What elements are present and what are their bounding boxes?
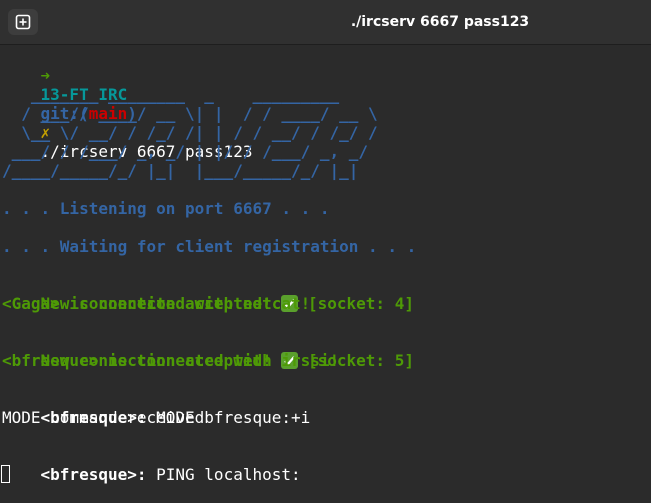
plus-square-icon <box>15 14 31 30</box>
log-command-reply: MODE command received <box>2 408 205 427</box>
command-text: PING localhost: <box>146 465 301 484</box>
banner-line: / ___// ____/ __ \| | / / ____/ __ \ <box>2 104 378 123</box>
shell-prompt-line: ➜ 13-FT_IRC git:(main) ✗ ./ircserv 6667 … <box>2 47 253 161</box>
text-cursor <box>1 465 10 483</box>
terminal-output[interactable]: ➜ 13-FT_IRC git:(main) ✗ ./ircserv 6667 … <box>0 45 651 494</box>
log-waiting: . . . Waiting for client registration . … <box>2 237 417 256</box>
banner-line: \__ \/ __/ / /_/ /| | / / __/ / /_/ / <box>2 123 378 142</box>
log-command-1: <bfresque>: MODE bfresque:+i <box>2 389 311 427</box>
socket-label: [socket: 4] <box>298 294 414 313</box>
title-bar: ./ircserv 6667 pass123 <box>0 0 651 45</box>
log-listening: . . . Listening on port 6667 . . . <box>2 199 330 218</box>
log-client-1: <Gaga> is connected with netcat! <box>2 294 311 313</box>
banner-line: _______ ________ _ _________ <box>2 85 349 104</box>
log-client-2: <bfresque> is connected with irssi! <box>2 351 340 370</box>
log-connection-2: New connection accepted! [socket: 5] <box>2 332 414 370</box>
log-connection-1: New connection accepted! [socket: 4] <box>2 275 414 313</box>
banner-line: /____/_____/_/ |_| |___/_____/_/ |_| <box>2 161 378 180</box>
banner-line: ___/ / /___/ _, _/ | |/ / /___/ _, _/ <box>2 142 378 161</box>
window-title: ./ircserv 6667 pass123 <box>350 14 530 30</box>
new-tab-button[interactable] <box>8 9 38 35</box>
command-user: <bfresque>: <box>40 465 147 484</box>
prompt-arrow-icon: ➜ <box>40 66 51 85</box>
log-command-2: <bfresque>: PING localhost: <box>2 446 301 484</box>
